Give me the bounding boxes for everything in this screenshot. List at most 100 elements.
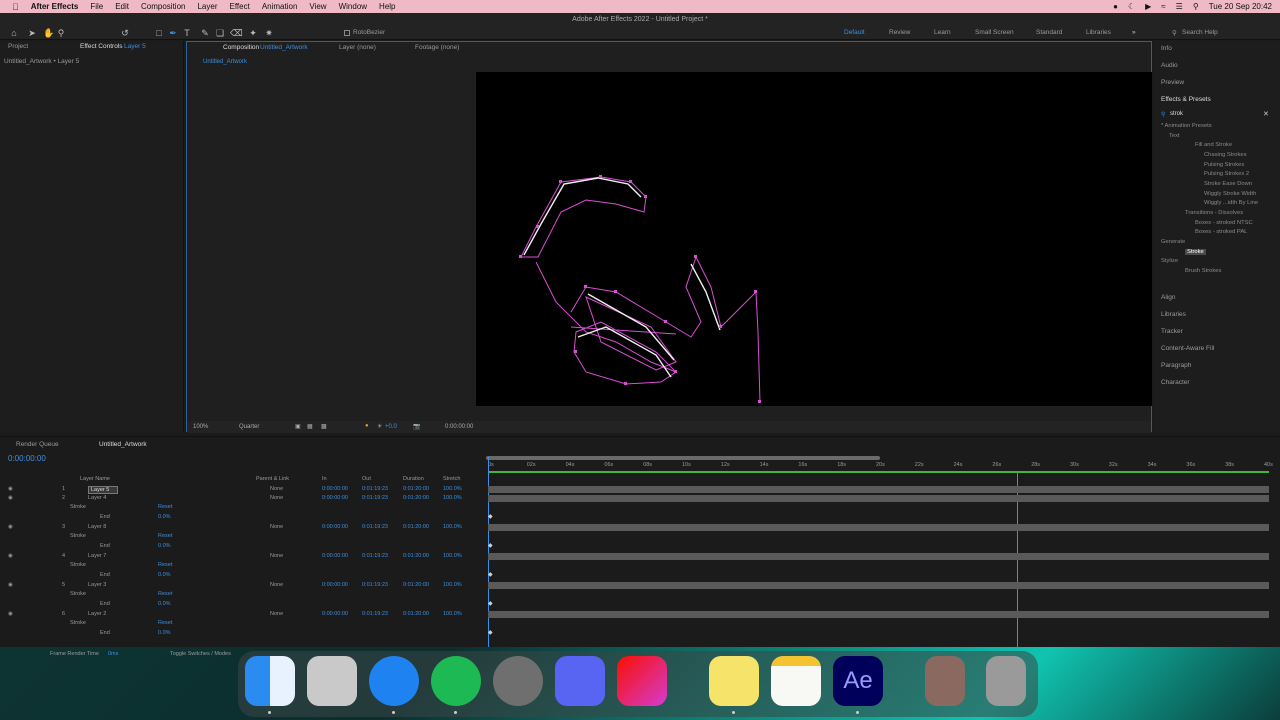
tree-animation-presets[interactable]: * Animation Presets xyxy=(1161,123,1212,129)
menu-file[interactable]: File xyxy=(90,2,103,11)
parent-dropdown[interactable]: None xyxy=(270,553,283,559)
layer-out[interactable]: 0:01:19:23 xyxy=(362,486,388,492)
system-preferences-icon[interactable] xyxy=(493,656,543,706)
tab-project[interactable]: Project xyxy=(8,43,28,50)
workspace-learn[interactable]: Learn xyxy=(934,29,951,36)
parent-dropdown[interactable]: None xyxy=(270,486,283,492)
control-center-icon[interactable]: ☰ xyxy=(1176,2,1183,11)
layer-in[interactable]: 0:00:00:00 xyxy=(322,553,348,559)
work-area-bar[interactable] xyxy=(486,456,880,460)
menu-animation[interactable]: Animation xyxy=(262,2,298,11)
play-icon[interactable]: ▶ xyxy=(1145,2,1151,11)
resolution-dropdown[interactable]: Quarter xyxy=(239,424,259,430)
workspace-default[interactable]: Default xyxy=(844,29,865,36)
rotate-tool-icon[interactable]: ↺ xyxy=(120,28,130,38)
layer-out[interactable]: 0:01:19:23 xyxy=(362,611,388,617)
menu-help[interactable]: Help xyxy=(379,2,395,11)
layer-duration[interactable]: 0:01:20:00 xyxy=(403,495,429,501)
brush-tool-icon[interactable]: ✎ xyxy=(200,28,210,38)
tree-item-3[interactable]: Pulsing Strokes 2 xyxy=(1204,171,1249,177)
layer-bar[interactable] xyxy=(488,524,1269,531)
layer-name[interactable]: Layer 8 xyxy=(88,524,106,530)
parent-dropdown[interactable]: None xyxy=(270,495,283,501)
record-icon[interactable]: ● xyxy=(1113,2,1118,11)
reset-link[interactable]: Reset xyxy=(158,504,172,510)
layer-duration[interactable]: 0:01:20:00 xyxy=(403,582,429,588)
mask-icon[interactable]: ▩ xyxy=(321,423,327,430)
color-channel-icon[interactable]: ● xyxy=(365,423,369,429)
apple-icon[interactable]:  xyxy=(12,2,19,12)
tab-timeline-comp[interactable]: Untitled_Artwork xyxy=(99,441,147,448)
keyframe-icon[interactable]: ◆ xyxy=(488,542,493,549)
menu-app-name[interactable]: After Effects xyxy=(31,2,79,11)
clear-search-icon[interactable]: ✕ xyxy=(1263,110,1269,118)
menu-effect[interactable]: Effect xyxy=(230,2,250,11)
tree-generate[interactable]: Generate xyxy=(1161,239,1185,245)
panel-info[interactable]: Info xyxy=(1161,45,1172,52)
effects-search-input[interactable]: strok xyxy=(1170,111,1183,117)
composition-viewer[interactable] xyxy=(476,72,1152,406)
layer-in[interactable]: 0:00:00:00 xyxy=(322,524,348,530)
visibility-icon[interactable]: ◉ xyxy=(8,495,13,501)
tree-stroke-effect[interactable]: Stroke xyxy=(1185,249,1206,255)
layer-stretch[interactable]: 100.0% xyxy=(443,524,462,530)
parent-dropdown[interactable]: None xyxy=(270,524,283,530)
pen-tool-icon[interactable]: ✒ xyxy=(168,28,178,38)
tree-item-5[interactable]: Wiggly Stroke Width xyxy=(1204,191,1256,197)
layer-duration[interactable]: 0:01:20:00 xyxy=(403,553,429,559)
end-property-value[interactable]: 0.0% xyxy=(158,630,171,636)
workspace-libraries[interactable]: Libraries xyxy=(1086,29,1111,36)
trash-icon[interactable] xyxy=(986,656,1026,706)
visibility-icon[interactable]: ◉ xyxy=(8,582,13,588)
menu-edit[interactable]: Edit xyxy=(115,2,129,11)
panel-effects-presets[interactable]: Effects & Presets xyxy=(1161,96,1211,103)
tree-transitions[interactable]: Transitions - Dissolves xyxy=(1185,210,1243,216)
home-icon[interactable]: ⌂ xyxy=(9,28,19,38)
panel-preview[interactable]: Preview xyxy=(1161,79,1184,86)
toggle-switches-modes[interactable]: Toggle Switches / Modes xyxy=(170,651,231,657)
exposure-icon[interactable]: ☀ xyxy=(377,423,382,430)
layer-duration[interactable]: 0:01:20:00 xyxy=(403,524,429,530)
snapshot-icon[interactable]: 📷 xyxy=(413,423,420,430)
tab-effect-controls[interactable]: Effect Controls xyxy=(80,43,123,50)
puppet-tool-icon[interactable]: ✷ xyxy=(264,28,274,38)
wifi-icon[interactable]: ≈ xyxy=(1161,2,1165,11)
layer-out[interactable]: 0:01:19:23 xyxy=(362,524,388,530)
clone-tool-icon[interactable]: ❏ xyxy=(215,28,225,38)
search-help-input[interactable]: Search Help xyxy=(1182,29,1218,36)
reset-link[interactable]: Reset xyxy=(158,620,172,626)
layer-stretch[interactable]: 100.0% xyxy=(443,611,462,617)
layer-bar[interactable] xyxy=(488,486,1269,493)
layer-out[interactable]: 0:01:19:23 xyxy=(362,553,388,559)
tree-item-1[interactable]: Chasing Strokes xyxy=(1204,152,1247,158)
layer-in[interactable]: 0:00:00:00 xyxy=(322,486,348,492)
layer-bar[interactable] xyxy=(488,582,1269,589)
parent-dropdown[interactable]: None xyxy=(270,582,283,588)
tree-item-6[interactable]: Wiggly ...idth By Line xyxy=(1204,200,1258,206)
tab-render-queue[interactable]: Render Queue xyxy=(16,441,59,448)
panel-align[interactable]: Align xyxy=(1161,294,1175,301)
discord-icon[interactable] xyxy=(555,656,605,706)
layer-out[interactable]: 0:01:19:23 xyxy=(362,582,388,588)
tree-item-8[interactable]: Boxes - stroked PAL xyxy=(1195,229,1247,235)
finder-icon[interactable] xyxy=(245,656,295,706)
tab-footage[interactable]: Footage (none) xyxy=(415,44,459,51)
eraser-tool-icon[interactable]: ⌫ xyxy=(230,28,243,38)
layer-bar[interactable] xyxy=(488,553,1269,560)
keyframe-icon[interactable]: ◆ xyxy=(488,513,493,520)
zoom-tool-icon[interactable]: ⚲ xyxy=(56,28,66,38)
layer-name[interactable]: Layer 5 xyxy=(88,486,119,494)
tree-stylize[interactable]: Stylize xyxy=(1161,258,1178,264)
layer-name[interactable]: Layer 3 xyxy=(88,582,106,588)
layer-in[interactable]: 0:00:00:00 xyxy=(322,495,348,501)
tab-composition-name[interactable]: Untitled_Artwork xyxy=(260,44,308,51)
layer-in[interactable]: 0:00:00:00 xyxy=(322,582,348,588)
layer-duration[interactable]: 0:01:20:00 xyxy=(403,486,429,492)
menu-window[interactable]: Window xyxy=(339,2,367,11)
end-property-value[interactable]: 0.0% xyxy=(158,514,171,520)
panel-paragraph[interactable]: Paragraph xyxy=(1161,362,1191,369)
layer-bar[interactable] xyxy=(488,495,1269,502)
safari-icon[interactable] xyxy=(369,656,419,706)
tree-item-2[interactable]: Pulsing Strokes xyxy=(1204,162,1244,168)
rotobezier-checkbox[interactable] xyxy=(344,30,350,36)
